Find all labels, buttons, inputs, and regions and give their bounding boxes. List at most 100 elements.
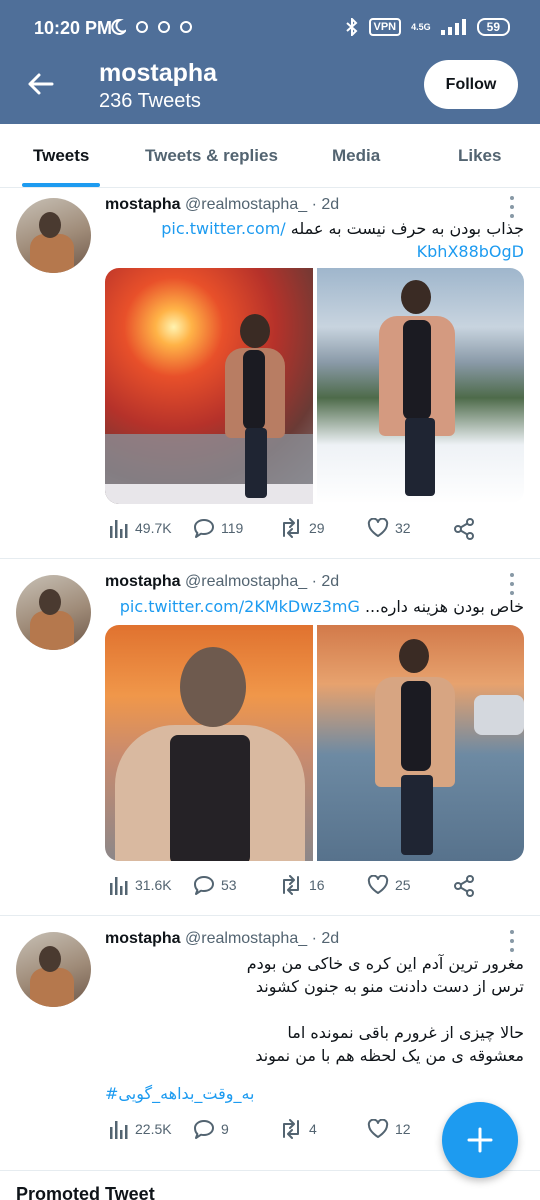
tweet-media[interactable]: [105, 268, 524, 504]
tweet-actions: 49.7K 119 29 32: [105, 518, 524, 546]
moon-icon: [111, 19, 126, 35]
reply-count: 9: [221, 1121, 229, 1137]
views-count: 22.5K: [135, 1121, 172, 1137]
media-photo[interactable]: [105, 268, 313, 504]
analytics-icon: [110, 520, 128, 538]
views-action[interactable]: 22.5K: [109, 1119, 172, 1139]
tweet-link[interactable]: pic.twitter.com/: [161, 219, 285, 238]
notification-dot-icon: [158, 21, 170, 33]
tweet-text: خاص بودن هزینه داره... pic.twitter.com/2…: [105, 595, 524, 618]
retweet-action[interactable]: 29: [279, 518, 325, 538]
promoted-tweet-label: Promoted Tweet: [16, 1184, 155, 1200]
tweet-link[interactable]: pic.twitter.com/2KMkDwz3mG: [120, 597, 360, 616]
network-type: 4.5G: [411, 22, 431, 32]
retweet-icon: [283, 875, 299, 895]
tweet-author-name[interactable]: mostapha: [105, 930, 181, 947]
tweet-text-line: خاص بودن هزینه داره...: [364, 597, 524, 616]
like-count: 25: [395, 877, 411, 893]
share-icon: [454, 518, 474, 540]
more-options-icon[interactable]: [508, 573, 516, 595]
heart-icon: [367, 1119, 389, 1138]
active-tab-indicator: [22, 183, 100, 187]
tweet-handle-time: @realmostapha_ · 2d: [185, 196, 340, 213]
bluetooth-icon: [345, 18, 357, 36]
retweet-icon: [283, 518, 299, 538]
tweet[interactable]: mostapha @realmostapha_ · 2d خاص بودن هز…: [0, 560, 540, 916]
views-count: 31.6K: [135, 877, 172, 893]
tweet-text-line: جذاب بودن به حرف نیست به عمله: [290, 219, 524, 238]
follow-button[interactable]: Follow: [424, 60, 518, 109]
tweet-link[interactable]: KbhX88bOgD: [417, 242, 524, 261]
tweet-text-line: مغرور ترین آدم این کره ی خاکی من بودم: [246, 954, 524, 973]
tweet-text-line: ترس از دست دادنت منو به جنون کشوند: [255, 977, 524, 996]
profile-name: mostapha: [99, 59, 218, 87]
like-action[interactable]: 12: [367, 1119, 411, 1139]
retweet-action[interactable]: 16: [279, 875, 325, 895]
tweet-actions: 31.6K 53 16 25: [105, 875, 524, 903]
tweet-media[interactable]: [105, 625, 524, 861]
retweet-count: 16: [309, 877, 325, 893]
views-action[interactable]: 49.7K: [109, 518, 172, 538]
share-icon: [454, 875, 474, 897]
status-notification-icons: [110, 19, 192, 35]
profile-tabs: Tweets Tweets & replies Media Likes: [0, 124, 540, 188]
reply-icon: [194, 519, 214, 538]
tab-tweets-replies[interactable]: Tweets & replies: [145, 146, 278, 166]
more-options-icon[interactable]: [508, 930, 516, 952]
like-count: 12: [395, 1121, 411, 1137]
tweet[interactable]: mostapha @realmostapha_ · 2d جذاب بودن ب…: [0, 188, 540, 559]
compose-tweet-button[interactable]: [442, 1102, 518, 1178]
avatar[interactable]: [16, 575, 91, 650]
analytics-icon: [110, 1121, 128, 1139]
views-action[interactable]: 31.6K: [109, 875, 172, 895]
tweet-hashtag[interactable]: #به_وقت_بداهه_گویی: [105, 1084, 255, 1103]
tweet-text-line: حالا چیزی از غرورم باقی نمونده اما: [287, 1023, 524, 1042]
tweet-author-name[interactable]: mostapha: [105, 196, 181, 213]
retweet-action[interactable]: 4: [279, 1119, 317, 1139]
tweet-text: مغرور ترین آدم این کره ی خاکی من بودم تر…: [105, 952, 524, 1067]
reply-icon: [194, 876, 214, 895]
status-system-icons: VPN 4.5G 59: [345, 18, 510, 36]
heart-icon: [367, 518, 389, 537]
tweet-header: mostapha @realmostapha_ · 2d: [105, 573, 339, 591]
like-action[interactable]: 25: [367, 875, 411, 895]
media-photo[interactable]: [105, 625, 313, 861]
arrow-left-icon: [28, 73, 54, 95]
reply-count: 53: [221, 877, 237, 893]
views-count: 49.7K: [135, 520, 172, 536]
signal-icon: [440, 19, 466, 35]
tweet-text-line: معشوقه ی من یک لحظه هم با من نموند: [255, 1046, 524, 1065]
reply-action[interactable]: 119: [193, 518, 243, 538]
more-options-icon[interactable]: [508, 196, 516, 218]
share-action[interactable]: [453, 875, 475, 897]
reply-count: 119: [221, 520, 244, 536]
notification-dot-icon: [136, 21, 148, 33]
tweet-header: mostapha @realmostapha_ · 2d: [105, 196, 339, 214]
retweet-icon: [283, 1119, 299, 1139]
status-bar: 10:20 PM VPN 4.5G 59: [0, 0, 540, 58]
avatar[interactable]: [16, 198, 91, 273]
retweet-count: 4: [309, 1121, 317, 1137]
like-count: 32: [395, 520, 411, 536]
tab-likes[interactable]: Likes: [458, 146, 501, 166]
tweet-text: جذاب بودن به حرف نیست به عمله pic.twitte…: [105, 217, 524, 263]
tweet-handle-time: @realmostapha_ · 2d: [185, 930, 340, 947]
heart-icon: [367, 875, 389, 894]
tab-tweets[interactable]: Tweets: [33, 146, 89, 166]
plus-icon: [467, 1127, 493, 1153]
tweet-header: mostapha @realmostapha_ · 2d: [105, 930, 339, 948]
reply-action[interactable]: 53: [193, 875, 237, 895]
analytics-icon: [110, 877, 128, 895]
battery-indicator: 59: [476, 18, 510, 36]
reply-action[interactable]: 9: [193, 1119, 229, 1139]
tab-media[interactable]: Media: [332, 146, 380, 166]
media-photo[interactable]: [316, 625, 524, 861]
tweet-author-name[interactable]: mostapha: [105, 573, 181, 590]
back-button[interactable]: [22, 66, 58, 102]
notification-dot-icon: [180, 21, 192, 33]
tweet-count: 236 Tweets: [99, 90, 201, 112]
media-photo[interactable]: [316, 268, 524, 504]
avatar[interactable]: [16, 932, 91, 1007]
share-action[interactable]: [453, 518, 475, 540]
like-action[interactable]: 32: [367, 518, 411, 538]
